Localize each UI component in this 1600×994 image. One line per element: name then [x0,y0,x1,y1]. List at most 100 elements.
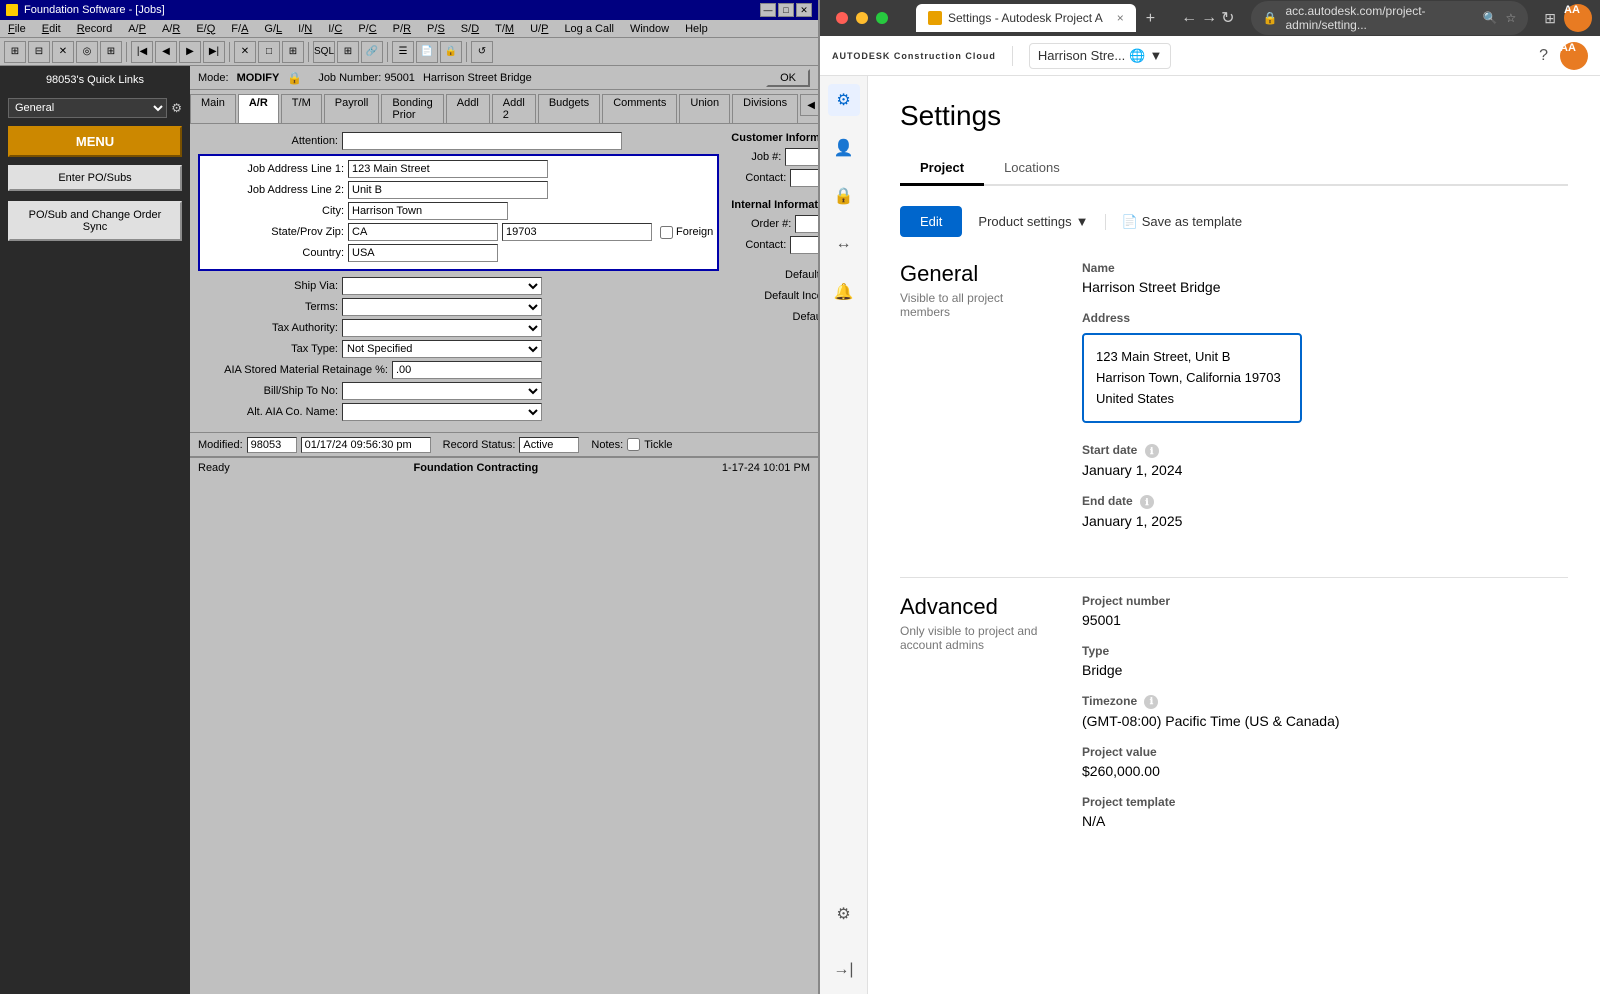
tab-locations[interactable]: Locations [984,152,1080,186]
foreign-checkbox[interactable] [660,226,673,239]
tab-budgets[interactable]: Budgets [538,94,600,123]
browser-avatar-button[interactable]: AA [1564,4,1592,32]
contact-input[interactable] [790,169,818,187]
order-input[interactable] [795,215,818,233]
menu-pc[interactable]: P/C [354,22,380,36]
tab-addl[interactable]: Addl [446,94,490,123]
state-input[interactable] [348,223,498,241]
toolbar-btn-doc[interactable]: 📄 [416,41,438,63]
menu-file[interactable]: File [4,22,30,36]
toolbar-btn-5[interactable]: ⊞ [100,41,122,63]
sidebar-integrations-icon[interactable]: ↔ [828,228,860,260]
tab-nav-left[interactable]: ◀ [800,94,818,116]
tab-payroll[interactable]: Payroll [324,94,380,123]
address-bar-url[interactable]: acc.autodesk.com/project-admin/setting..… [1285,4,1474,32]
menu-tm[interactable]: T/M [491,22,518,36]
sidebar-bottom-settings-icon[interactable]: ⚙ [828,898,860,930]
toolbar-btn-4[interactable]: ◎ [76,41,98,63]
save-template-button[interactable]: 📄 Save as template [1105,214,1243,230]
toolbar-btn-lock[interactable]: 🔒 [440,41,462,63]
menu-ap[interactable]: A/P [124,22,150,36]
toolbar-btn-nav3[interactable]: ▶ [179,41,201,63]
po-sub-sync-button[interactable]: PO/Sub and Change Order Sync [8,201,182,241]
menu-ic[interactable]: I/C [324,22,346,36]
menu-sd[interactable]: S/D [457,22,483,36]
user-avatar-button[interactable]: AA [1560,42,1588,70]
browser-tab[interactable]: Settings - Autodesk Project A × [916,4,1136,32]
tax-authority-select[interactable] [342,319,542,337]
toolbar-btn-nav2[interactable]: ◀ [155,41,177,63]
nav-back-button[interactable]: ← [1181,9,1197,27]
menu-record[interactable]: Record [73,22,116,36]
tab-project[interactable]: Project [900,152,984,186]
menu-in[interactable]: I/N [294,22,316,36]
end-date-info-icon[interactable]: ℹ [1140,495,1154,509]
toolbar-btn-filter[interactable]: ⊞ [337,41,359,63]
gear-icon[interactable]: ⚙ [171,101,182,115]
tax-type-select[interactable]: Not Specified [342,340,542,358]
menu-button[interactable]: MENU [8,126,182,157]
menu-ps[interactable]: P/S [423,22,449,36]
menu-pr[interactable]: P/R [389,22,415,36]
menu-fa[interactable]: F/A [227,22,252,36]
timezone-info-icon[interactable]: ℹ [1144,695,1158,709]
tab-main[interactable]: Main [190,94,236,123]
aia-input[interactable] [392,361,542,379]
ok-button[interactable]: OK [766,69,810,87]
menu-help[interactable]: Help [681,22,712,36]
sidebar-toggle-button[interactable]: ⊞ [1544,10,1556,27]
enter-po-subs-button[interactable]: Enter PO/Subs [8,165,182,191]
toolbar-btn-grid[interactable]: ⊞ [282,41,304,63]
project-selector[interactable]: Harrison Stre... 🌐 ▼ [1029,43,1171,69]
toolbar-btn-copy[interactable]: □ [258,41,280,63]
notes-checkbox[interactable] [627,438,640,451]
toolbar-btn-2[interactable]: ⊟ [28,41,50,63]
tab-bonding[interactable]: Bonding Prior [381,94,443,123]
toolbar-btn-list[interactable]: ☰ [392,41,414,63]
new-tab-button[interactable]: + [1136,6,1165,32]
toolbar-btn-3[interactable]: ✕ [52,41,74,63]
tab-tm[interactable]: T/M [281,94,322,123]
start-date-info-icon[interactable]: ℹ [1145,444,1159,458]
search-icon[interactable]: 🔍 [1483,11,1498,25]
minimize-button[interactable]: — [760,3,776,17]
tab-addl2[interactable]: Addl 2 [492,94,536,123]
help-button[interactable]: ? [1539,47,1548,65]
toolbar-btn-nav4[interactable]: ▶| [203,41,225,63]
bookmark-icon[interactable]: ☆ [1506,11,1517,25]
country-input[interactable] [348,244,498,262]
attention-input[interactable] [342,132,622,150]
quick-links-select[interactable]: General [8,98,167,118]
menu-eq[interactable]: E/Q [192,22,219,36]
address-line1-input[interactable] [348,160,548,178]
toolbar-btn-nav1[interactable]: |◀ [131,41,153,63]
sidebar-settings-icon[interactable]: ⚙ [828,84,860,116]
contact2-input[interactable] [790,236,818,254]
menu-log[interactable]: Log a Call [560,22,618,36]
close-tab-button[interactable]: × [1117,11,1124,25]
edit-button[interactable]: Edit [900,206,962,237]
toolbar-btn-link[interactable]: 🔗 [361,41,383,63]
nav-forward-button[interactable]: → [1201,9,1217,27]
menu-edit[interactable]: Edit [38,22,65,36]
toolbar-btn-del[interactable]: ✕ [234,41,256,63]
menu-gl[interactable]: G/L [260,22,286,36]
toolbar-btn-1[interactable]: ⊞ [4,41,26,63]
toolbar-btn-sql[interactable]: SQL [313,41,335,63]
terms-select[interactable] [342,298,542,316]
city-input[interactable] [348,202,508,220]
sidebar-notifications-icon[interactable]: 🔔 [828,276,860,308]
tab-divisions[interactable]: Divisions [732,94,798,123]
tab-ar[interactable]: A/R [238,94,279,123]
job-num-input[interactable] [785,148,818,166]
sidebar-security-icon[interactable]: 🔒 [828,180,860,212]
close-button[interactable]: ✕ [796,3,812,17]
ship-via-select[interactable] [342,277,542,295]
alt-aia-select[interactable] [342,403,542,421]
product-settings-button[interactable]: Product settings ▼ [978,214,1088,229]
sidebar-users-icon[interactable]: 👤 [828,132,860,164]
maximize-button[interactable]: □ [778,3,794,17]
tab-union[interactable]: Union [679,94,730,123]
bill-ship-select[interactable] [342,382,542,400]
toolbar-btn-refresh[interactable]: ↺ [471,41,493,63]
